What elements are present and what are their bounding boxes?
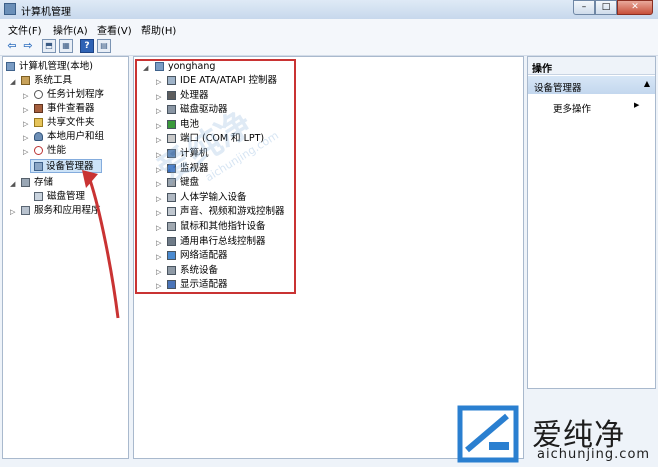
computer-management-window: 计算机管理 – □ ✕ 文件(F) 操作(A) 查看(V) 帮助(H) ⇦ ⇨ … — [0, 0, 658, 467]
arrow-shaft — [88, 179, 120, 319]
logo-block — [489, 442, 509, 450]
brand-url: aichunjing.com — [537, 447, 651, 462]
annotation-arrow — [82, 170, 120, 319]
arrow-head — [82, 170, 98, 188]
